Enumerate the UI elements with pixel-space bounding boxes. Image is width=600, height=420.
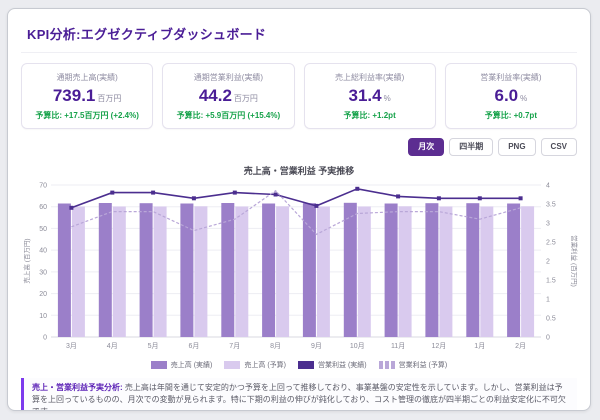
- svg-text:0: 0: [43, 334, 47, 341]
- legend-item[interactable]: 売上高 (実績): [151, 360, 213, 370]
- svg-text:40: 40: [39, 247, 47, 254]
- kpi-value: 6.0%: [449, 87, 573, 106]
- svg-text:12月: 12月: [432, 342, 447, 350]
- svg-text:営業利益 (百万円): 営業利益 (百万円): [570, 235, 579, 287]
- svg-text:3.5: 3.5: [546, 201, 556, 208]
- export-png-button[interactable]: PNG: [498, 138, 535, 156]
- kpi-delta: 予算比: +0.7pt: [449, 110, 573, 121]
- kpi-delta: 予算比: +5.9百万円 (+15.4%): [166, 110, 290, 121]
- dashboard-panel: KPI分析:エグゼクティブダッシュボード 通期売上高(実績) 739.1百万円 …: [7, 8, 591, 411]
- chart-controls: 月次 四半期 PNG CSV: [21, 138, 577, 156]
- kpi-label: 営業利益率(実績): [449, 72, 573, 83]
- svg-text:8月: 8月: [270, 342, 281, 350]
- kpi-delta: 予算比: +1.2pt: [308, 110, 432, 121]
- legend-label: 売上高 (予算): [244, 360, 286, 370]
- legend-item[interactable]: 売上高 (予算): [224, 360, 286, 370]
- kpi-unit: %: [520, 94, 527, 103]
- svg-text:60: 60: [39, 204, 47, 211]
- kpi-unit: 百万円: [234, 94, 258, 103]
- legend-item[interactable]: 営業利益 (予算): [379, 360, 448, 370]
- svg-text:50: 50: [39, 226, 47, 233]
- svg-text:1月: 1月: [474, 342, 485, 350]
- kpi-label: 通期営業利益(実績): [166, 72, 290, 83]
- kpi-value: 739.1百万円: [25, 87, 149, 106]
- svg-text:2月: 2月: [515, 342, 526, 350]
- period-toggle-monthly[interactable]: 月次: [408, 138, 444, 156]
- page-title: KPI分析:エグゼクティブダッシュボード: [21, 20, 577, 53]
- legend-item[interactable]: 営業利益 (実績): [298, 360, 367, 370]
- svg-text:4月: 4月: [107, 342, 118, 350]
- svg-text:10: 10: [39, 312, 47, 319]
- kpi-card-operating-profit: 通期営業利益(実績) 44.2百万円 予算比: +5.9百万円 (+15.4%): [162, 63, 294, 129]
- kpi-row: 通期売上高(実績) 739.1百万円 予算比: +17.5百万円 (+2.4%)…: [21, 63, 577, 129]
- svg-text:5月: 5月: [148, 342, 159, 350]
- legend-label: 売上高 (実績): [171, 360, 213, 370]
- svg-text:売上高 (百万円): 売上高 (百万円): [22, 238, 31, 283]
- kpi-value: 31.4%: [308, 87, 432, 106]
- legend-swatch: [298, 361, 314, 369]
- svg-text:30: 30: [39, 269, 47, 276]
- svg-text:0.5: 0.5: [546, 315, 556, 322]
- svg-text:3: 3: [546, 220, 550, 227]
- analysis-note: 売上・営業利益予実分析: 売上高は年間を通じて安定的かつ予算を上回って推移してお…: [21, 378, 577, 411]
- svg-text:0: 0: [546, 334, 550, 341]
- legend-swatch: [151, 361, 167, 369]
- chart-title: 売上高・営業利益 予実推移: [21, 164, 577, 177]
- kpi-unit: 百万円: [97, 94, 121, 103]
- analysis-label: 売上・営業利益予実分析:: [32, 383, 123, 392]
- svg-text:70: 70: [39, 182, 47, 189]
- kpi-label: 売上総利益率(実績): [308, 72, 432, 83]
- svg-text:10月: 10月: [350, 342, 365, 350]
- legend-label: 営業利益 (実績): [318, 360, 367, 370]
- svg-text:9月: 9月: [311, 342, 322, 350]
- svg-text:20: 20: [39, 291, 47, 298]
- svg-text:2: 2: [546, 258, 550, 265]
- svg-text:1: 1: [546, 296, 550, 303]
- svg-text:4: 4: [546, 182, 550, 189]
- kpi-card-gross-margin: 売上総利益率(実績) 31.4% 予算比: +1.2pt: [304, 63, 436, 129]
- export-csv-button[interactable]: CSV: [541, 138, 577, 156]
- kpi-value: 44.2百万円: [166, 87, 290, 106]
- svg-text:11月: 11月: [391, 342, 405, 350]
- legend-label: 営業利益 (予算): [399, 360, 448, 370]
- period-toggle-quarterly[interactable]: 四半期: [449, 138, 493, 156]
- legend-swatch: [379, 361, 395, 369]
- svg-text:2.5: 2.5: [546, 239, 556, 246]
- svg-text:7月: 7月: [229, 342, 240, 350]
- svg-text:3月: 3月: [66, 342, 77, 350]
- combo-chart: 0 10 20 30 40 50 60 70 0 0.5 1 1.5 2 2.5 3 3.5 4 3月 4月 5月 6月…: [21, 179, 579, 359]
- kpi-card-sales: 通期売上高(実績) 739.1百万円 予算比: +17.5百万円 (+2.4%): [21, 63, 153, 129]
- chart-legend: 売上高 (実績) 売上高 (予算) 営業利益 (実績) 営業利益 (予算): [21, 360, 577, 370]
- kpi-card-operating-margin: 営業利益率(実績) 6.0% 予算比: +0.7pt: [445, 63, 577, 129]
- svg-text:6月: 6月: [188, 342, 199, 350]
- kpi-delta: 予算比: +17.5百万円 (+2.4%): [25, 110, 149, 121]
- kpi-unit: %: [384, 94, 391, 103]
- kpi-label: 通期売上高(実績): [25, 72, 149, 83]
- legend-swatch: [224, 361, 240, 369]
- svg-text:1.5: 1.5: [546, 277, 556, 284]
